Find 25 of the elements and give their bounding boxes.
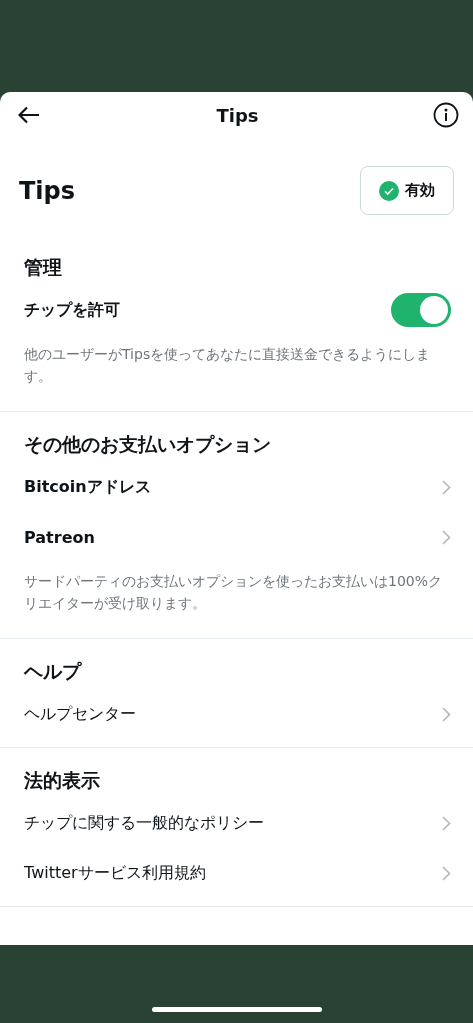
menu-item[interactable]: Twitterサービス利用規約 xyxy=(24,848,451,898)
chevron-right-icon xyxy=(442,706,451,722)
menu-item[interactable]: Patreon xyxy=(24,512,451,562)
chevron-right-icon xyxy=(442,529,451,545)
menu-item[interactable]: ヘルプセンター xyxy=(24,689,451,739)
back-arrow-icon xyxy=(18,106,40,124)
section-heading: ヘルプ xyxy=(23,659,83,684)
section-note: サードパーティのお支払いオプションを使ったお支払いは100%クリエイターが受け取ります。 xyxy=(24,572,444,613)
setting-label: チップを許可 xyxy=(24,299,120,321)
status-button[interactable]: 有効 xyxy=(360,166,454,215)
page-title: Tips xyxy=(216,104,259,126)
section-note: 他のユーザーがTipsを使ってあなたに直接送金できるようにします。 xyxy=(24,345,432,386)
menu-item[interactable]: チップに関する一般的なポリシー xyxy=(24,798,451,848)
section-heading: その他のお支払いオプション xyxy=(23,432,272,457)
menu-item[interactable]: Bitcoinアドレス xyxy=(24,462,451,512)
info-icon xyxy=(433,102,459,128)
chevron-right-icon xyxy=(442,865,451,881)
info-button[interactable] xyxy=(433,102,459,128)
section-heading: 管理 xyxy=(23,255,63,280)
chevron-right-icon xyxy=(442,815,451,831)
toggle-switch[interactable] xyxy=(391,293,451,327)
section-heading: 法的表示 xyxy=(23,768,101,793)
check-circle-icon xyxy=(379,180,399,201)
section-title: Tips xyxy=(19,176,76,205)
chevron-right-icon xyxy=(442,479,451,495)
